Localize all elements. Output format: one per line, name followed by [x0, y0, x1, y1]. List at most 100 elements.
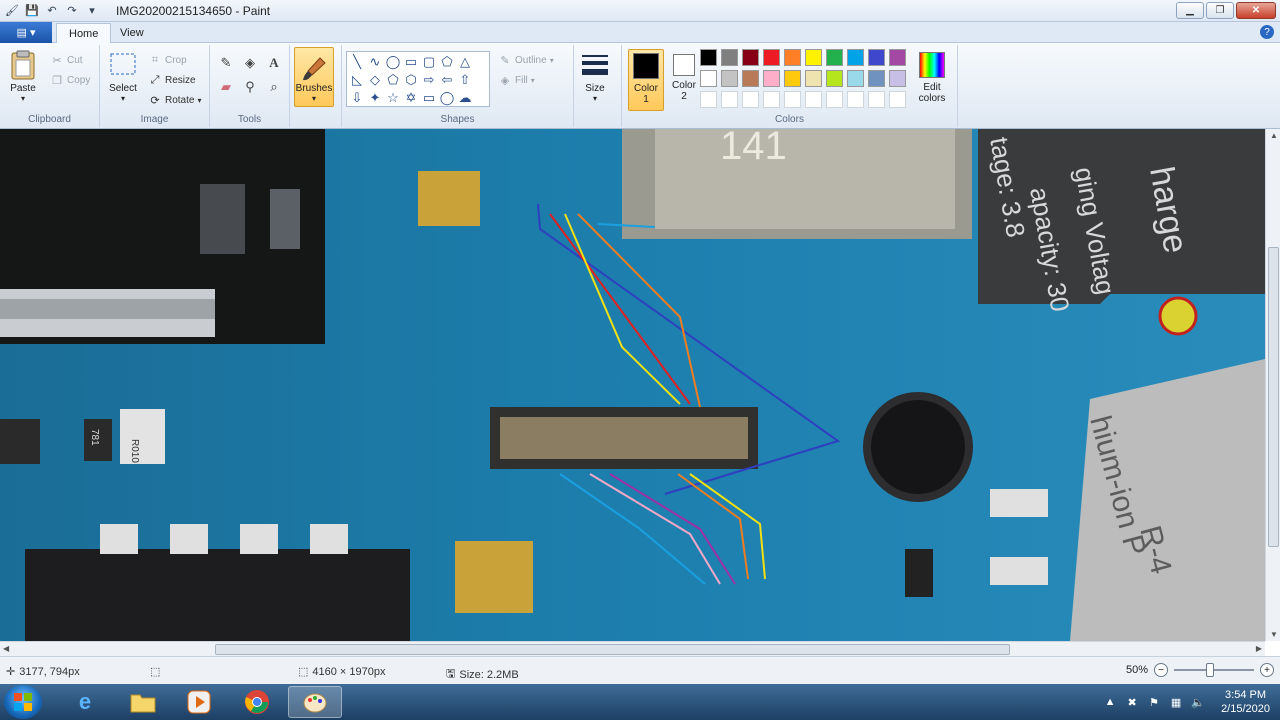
taskbar-paint[interactable]: [288, 686, 342, 718]
undo-icon[interactable]: ↶: [44, 2, 60, 18]
customize-qat-icon[interactable]: ▾: [84, 2, 100, 18]
minimize-button[interactable]: ▁: [1176, 2, 1204, 19]
paste-button[interactable]: Paste ▾: [8, 49, 38, 103]
taskbar-media-player[interactable]: [172, 686, 226, 718]
up-arrow-shape-icon[interactable]: ⇧: [456, 71, 474, 89]
tab-view[interactable]: View: [108, 23, 156, 43]
six-point-star-shape-icon[interactable]: ✡: [402, 89, 420, 107]
close-button[interactable]: ✕: [1236, 2, 1276, 19]
hexagon-shape-icon[interactable]: ⬡: [402, 71, 420, 89]
crop-button[interactable]: ⌗ Crop: [148, 53, 187, 67]
palette-swatch[interactable]: [742, 49, 759, 66]
zoom-in-button[interactable]: +: [1260, 663, 1274, 677]
palette-swatch[interactable]: [889, 91, 906, 108]
palette-swatch[interactable]: [847, 91, 864, 108]
horizontal-scrollbar[interactable]: ◀ ▶: [0, 641, 1265, 656]
cloud-shape-icon[interactable]: ☁: [456, 89, 474, 107]
palette-swatch[interactable]: [805, 49, 822, 66]
palette-swatch[interactable]: [868, 91, 885, 108]
palette-swatch[interactable]: [784, 91, 801, 108]
palette-swatch[interactable]: [826, 91, 843, 108]
drawing-canvas[interactable]: 141 harge ging Voltag apacity: 30 tage: …: [0, 129, 1265, 641]
zoom-slider-knob[interactable]: [1206, 663, 1214, 677]
right-arrow-shape-icon[interactable]: ⇨: [420, 71, 438, 89]
palette-swatch[interactable]: [826, 70, 843, 87]
rotate-button[interactable]: ⟳ Rotate ▾: [148, 93, 201, 107]
shapes-gallery[interactable]: ╲ ∿ ◯ ▭ ▢ ⬠ △ ◺ ◇ ⬠ ⬡ ⇨ ⇦ ⇧ ⇩ ✦ ☆ ✡ ▭ ◯: [346, 51, 490, 107]
file-menu-button[interactable]: ▤ ▾: [0, 22, 52, 43]
horizontal-scroll-thumb[interactable]: [215, 644, 1010, 655]
redo-icon[interactable]: ↷: [64, 2, 80, 18]
oval-shape-icon[interactable]: ◯: [384, 53, 402, 71]
diamond-shape-icon[interactable]: ◇: [366, 71, 384, 89]
clock[interactable]: 3:54 PM 2/15/2020: [1221, 688, 1270, 716]
cut-button[interactable]: ✂ Cut: [50, 53, 82, 67]
vertical-scroll-thumb[interactable]: [1268, 247, 1279, 547]
color1-button[interactable]: Color 1: [628, 49, 664, 111]
palette-swatch[interactable]: [868, 70, 885, 87]
polygon-shape-icon[interactable]: ⬠: [438, 53, 456, 71]
rectangle-shape-icon[interactable]: ▭: [402, 53, 420, 71]
palette-swatch[interactable]: [700, 91, 717, 108]
palette-swatch[interactable]: [763, 70, 780, 87]
show-hidden-icons-icon[interactable]: ▲: [1103, 695, 1117, 709]
tray-app-icon-1[interactable]: ✖: [1125, 695, 1139, 709]
palette-swatch[interactable]: [784, 49, 801, 66]
palette-swatch[interactable]: [826, 49, 843, 66]
callout-rect-shape-icon[interactable]: ▭: [420, 89, 438, 107]
resize-button[interactable]: ⤢ Resize: [148, 73, 196, 87]
outline-button[interactable]: ✎ Outline ▾: [498, 53, 553, 67]
palette-swatch[interactable]: [805, 70, 822, 87]
four-point-star-shape-icon[interactable]: ✦: [366, 89, 384, 107]
scroll-down-icon[interactable]: ▼: [1270, 630, 1278, 639]
palette-swatch[interactable]: [784, 70, 801, 87]
scroll-right-icon[interactable]: ▶: [1256, 644, 1262, 653]
pencil-icon[interactable]: ✎: [216, 53, 236, 73]
down-arrow-shape-icon[interactable]: ⇩: [348, 89, 366, 107]
edit-colors-button[interactable]: Edit colors: [912, 49, 952, 111]
text-icon[interactable]: A: [264, 53, 284, 73]
triangle-shape-icon[interactable]: △: [456, 53, 474, 71]
taskbar-chrome[interactable]: [230, 686, 284, 718]
palette-swatch[interactable]: [847, 49, 864, 66]
taskbar-explorer[interactable]: [116, 686, 170, 718]
palette-swatch[interactable]: [805, 91, 822, 108]
scroll-up-icon[interactable]: ▲: [1270, 131, 1278, 140]
tab-home[interactable]: Home: [56, 23, 112, 43]
size-button[interactable]: Size ▾: [580, 49, 610, 103]
volume-icon[interactable]: 🔈: [1191, 695, 1205, 709]
palette-swatch[interactable]: [700, 70, 717, 87]
fill-button[interactable]: ◈ Fill ▾: [498, 73, 535, 87]
select-button[interactable]: Select ▾: [108, 49, 138, 103]
scroll-left-icon[interactable]: ◀: [3, 644, 9, 653]
line-shape-icon[interactable]: ╲: [348, 53, 366, 71]
tray-app-icon-2[interactable]: ⚑: [1147, 695, 1161, 709]
copy-button[interactable]: ❐ Copy: [50, 73, 90, 87]
left-arrow-shape-icon[interactable]: ⇦: [438, 71, 456, 89]
paint-app-icon[interactable]: 🖌: [4, 2, 20, 18]
right-triangle-shape-icon[interactable]: ◺: [348, 71, 366, 89]
palette-swatch[interactable]: [763, 49, 780, 66]
palette-swatch[interactable]: [742, 70, 759, 87]
palette-swatch[interactable]: [721, 70, 738, 87]
eraser-icon[interactable]: ▰: [216, 77, 236, 97]
start-button[interactable]: [4, 685, 42, 719]
vertical-scrollbar[interactable]: ▲ ▼: [1265, 129, 1280, 641]
color-picker-icon[interactable]: ⚲: [240, 77, 260, 97]
palette-swatch[interactable]: [742, 91, 759, 108]
palette-swatch[interactable]: [721, 49, 738, 66]
palette-swatch[interactable]: [868, 49, 885, 66]
palette-swatch[interactable]: [889, 70, 906, 87]
network-icon[interactable]: ▦: [1169, 695, 1183, 709]
palette-swatch[interactable]: [700, 49, 717, 66]
taskbar-ie[interactable]: e: [58, 686, 112, 718]
callout-oval-shape-icon[interactable]: ◯: [438, 89, 456, 107]
save-icon[interactable]: 💾: [24, 2, 40, 18]
help-icon[interactable]: ?: [1260, 25, 1274, 39]
curve-shape-icon[interactable]: ∿: [366, 53, 384, 71]
palette-swatch[interactable]: [847, 70, 864, 87]
palette-swatch[interactable]: [721, 91, 738, 108]
palette-swatch[interactable]: [763, 91, 780, 108]
zoom-slider[interactable]: [1174, 663, 1254, 677]
brushes-button[interactable]: Brushes ▾: [294, 47, 334, 107]
